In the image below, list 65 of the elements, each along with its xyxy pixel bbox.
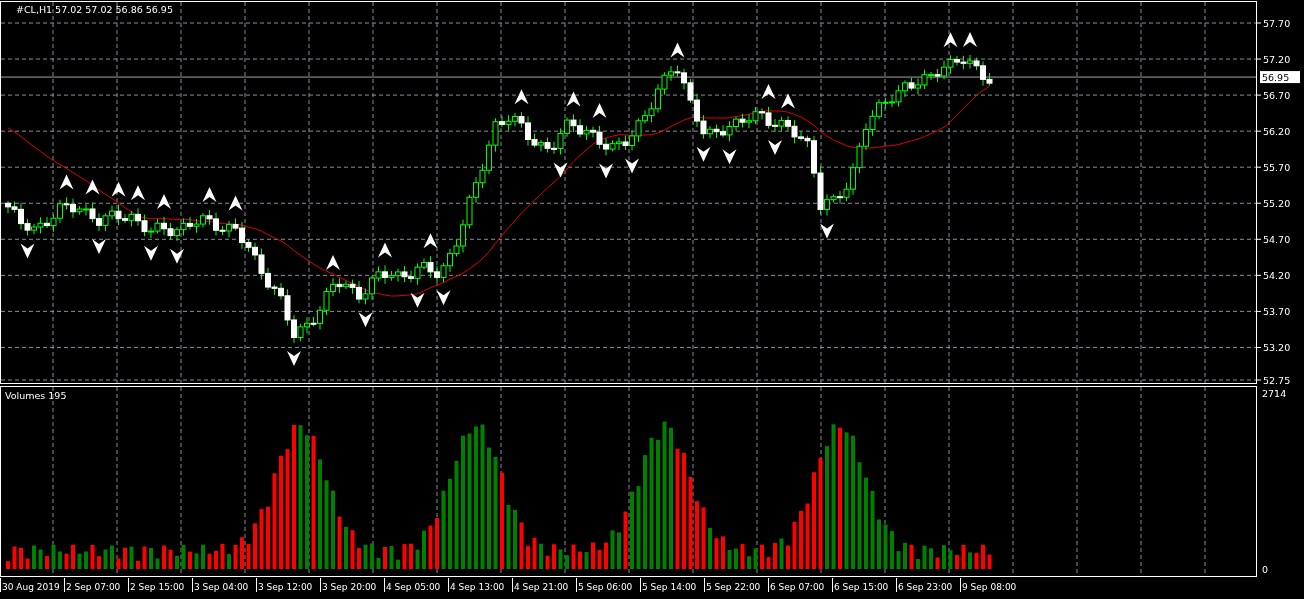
down-arrow-icon [553, 162, 568, 178]
up-arrow-icon [326, 255, 340, 271]
down-arrow-icon [599, 163, 613, 179]
time-axis-label: 3 Sep 04:00 [194, 583, 249, 592]
chart-title: #CL,H1 57.02 57.02 56.86 56.95 [16, 4, 173, 15]
up-arrow-icon [111, 181, 126, 197]
current-price-badge: 56.95 [1260, 71, 1300, 84]
down-arrow-icon [20, 243, 35, 259]
price-tick-label: 53.70 [1263, 306, 1291, 318]
up-arrow-icon [131, 185, 145, 201]
down-arrow-icon [820, 223, 834, 239]
time-axis-label: 4 Sep 13:00 [450, 583, 505, 592]
price-tick-label: 54.20 [1263, 270, 1291, 282]
time-axis-label: 4 Sep 21:00 [514, 583, 569, 592]
down-arrow-icon [625, 158, 639, 174]
up-arrow-icon [202, 187, 217, 203]
down-arrow-icon [287, 351, 301, 367]
down-arrow-icon [410, 292, 425, 308]
down-arrow-icon [144, 245, 158, 261]
time-axis-label: 6 Sep 23:00 [898, 583, 953, 592]
time-axis-label: 9 Sep 08:00 [962, 583, 1017, 592]
time-axis-label: 4 Sep 05:00 [386, 583, 441, 592]
up-arrow-icon [670, 42, 685, 58]
price-tick-label: 55.20 [1263, 198, 1291, 210]
time-axis-label: 5 Sep 06:00 [578, 583, 633, 592]
price-tick-label: 54.70 [1263, 234, 1291, 246]
up-arrow-icon [963, 31, 977, 47]
down-arrow-icon [358, 312, 373, 328]
up-arrow-icon [943, 32, 958, 48]
volume-max-label: 2714 [1262, 388, 1287, 399]
volume-panel-title: Volumes 195 [5, 390, 67, 401]
down-arrow-icon [170, 248, 184, 264]
up-arrow-icon [85, 179, 100, 195]
up-arrow-icon [59, 174, 74, 190]
down-arrow-icon [696, 146, 711, 162]
price-tick-label: 55.70 [1263, 162, 1291, 174]
price-tick-label: 57.70 [1263, 18, 1291, 29]
price-tick-label: 52.75 [1263, 375, 1291, 385]
up-arrow-icon [514, 89, 529, 105]
price-tick-label: 53.20 [1263, 342, 1291, 354]
up-arrow-icon [566, 91, 581, 107]
price-tick-label: 56.70 [1263, 90, 1291, 102]
down-arrow-icon [436, 290, 451, 306]
time-axis-label: 5 Sep 14:00 [642, 583, 697, 592]
time-axis-label: 30 Aug 2019 [2, 583, 60, 592]
up-arrow-icon [378, 242, 392, 258]
up-arrow-icon [592, 102, 607, 118]
down-arrow-icon [722, 149, 737, 165]
up-arrow-icon [761, 83, 776, 99]
time-axis-label: 2 Sep 07:00 [66, 583, 121, 592]
time-axis-label: 3 Sep 20:00 [322, 583, 377, 592]
time-axis-label: 3 Sep 12:00 [258, 583, 313, 592]
down-arrow-icon [92, 238, 106, 254]
up-arrow-icon [228, 195, 243, 211]
price-tick-label: 57.20 [1263, 54, 1291, 66]
up-arrow-icon [781, 93, 795, 109]
time-axis-label: 5 Sep 22:00 [706, 583, 761, 592]
volume-min-label: 0 [1262, 564, 1269, 575]
time-axis-label: 2 Sep 15:00 [130, 583, 185, 592]
time-axis-label: 6 Sep 07:00 [770, 583, 825, 592]
up-arrow-icon [423, 233, 438, 249]
price-tick-label: 56.20 [1263, 126, 1291, 138]
time-axis-label: 6 Sep 15:00 [834, 583, 889, 592]
down-arrow-icon [768, 139, 782, 155]
up-arrow-icon [157, 193, 171, 209]
